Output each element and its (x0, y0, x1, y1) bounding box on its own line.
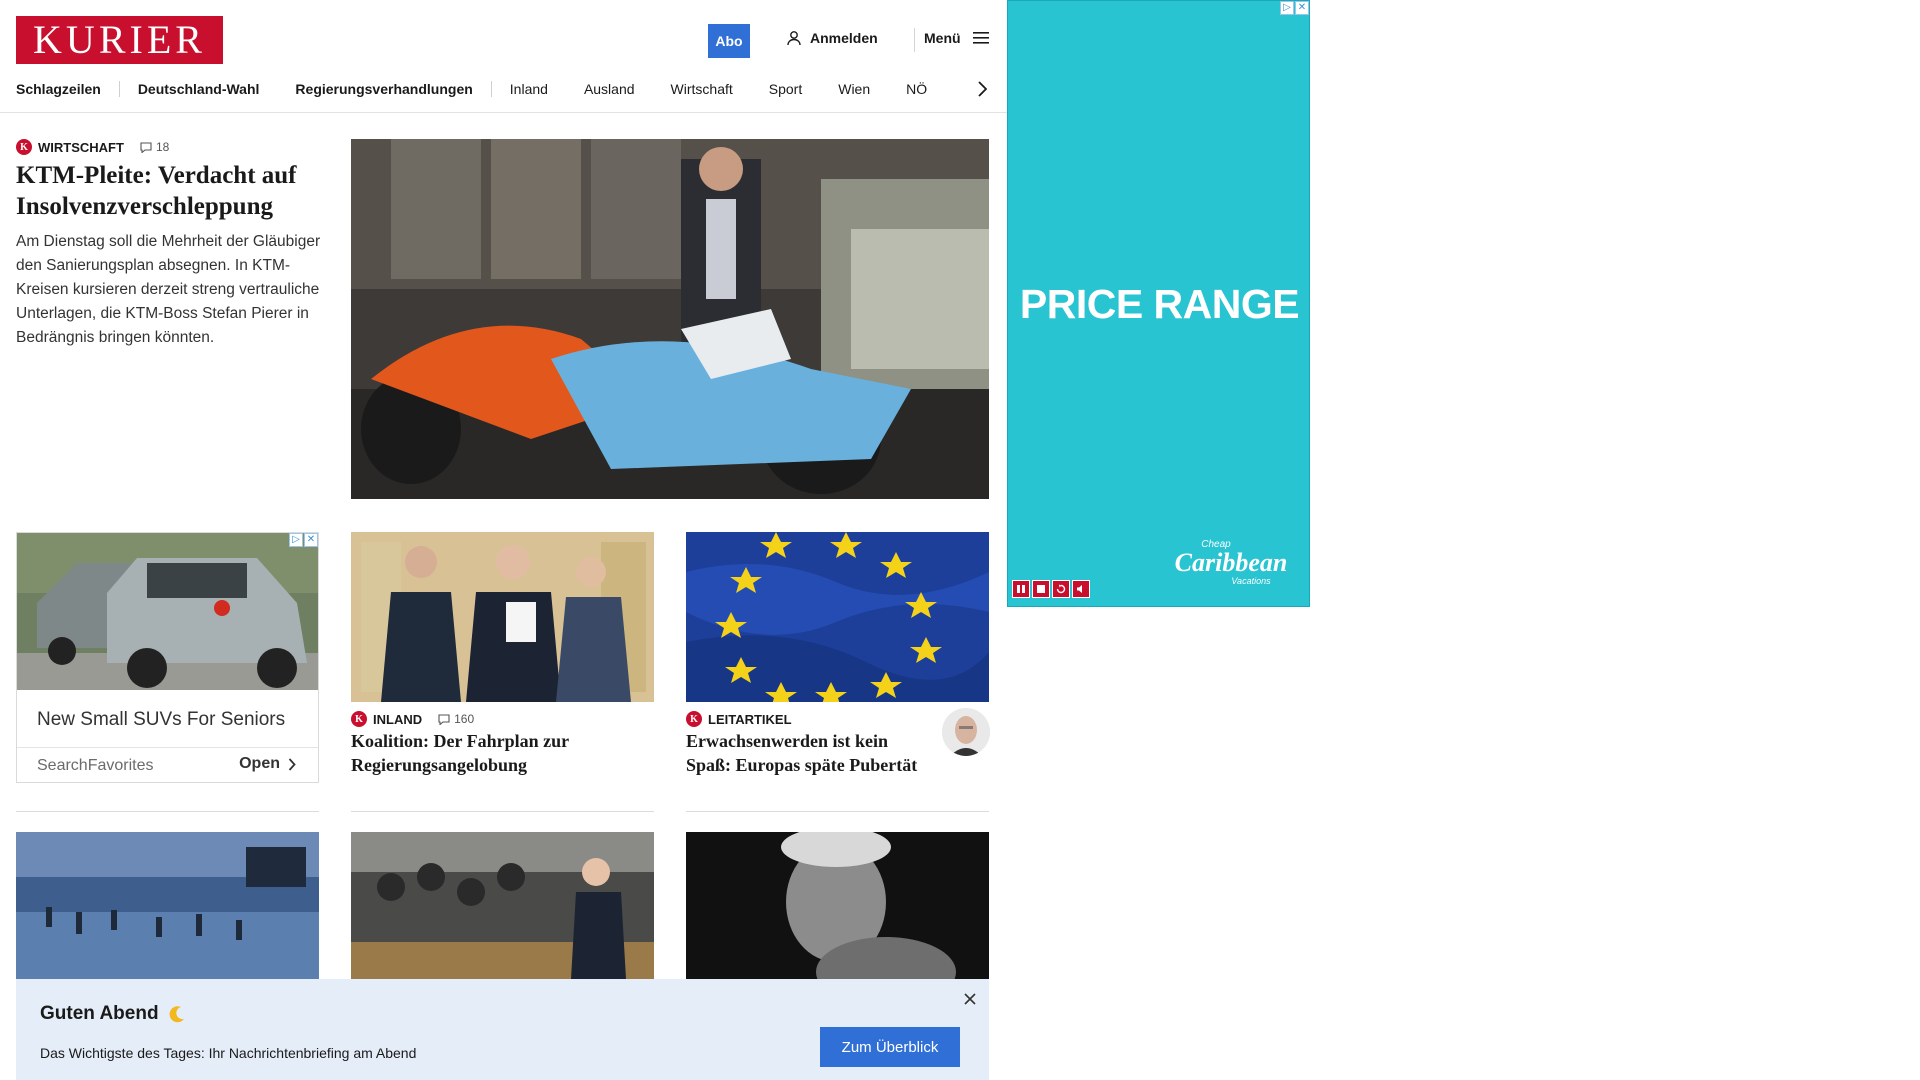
ad-open-button[interactable]: Open (239, 755, 296, 773)
mute-icon[interactable] (1072, 580, 1090, 598)
ad-photo (17, 533, 318, 690)
article-image-koalition[interactable] (351, 532, 654, 702)
ad-image-suv (17, 533, 318, 690)
brand-main: Caribbean (1174, 548, 1288, 577)
close-icon (964, 993, 976, 1005)
nav-item-inland[interactable]: Inland (510, 81, 548, 97)
stop-icon[interactable] (1032, 580, 1050, 598)
kurier-logo[interactable]: KURIER (16, 16, 223, 64)
banner-close-button[interactable] (960, 989, 980, 1009)
nav-item-regierungsverhandlungen[interactable]: Regierungsverhandlungen (295, 81, 472, 97)
row-divider (686, 811, 989, 812)
article-image-portrait[interactable] (686, 832, 989, 979)
login-label: Anmelden (810, 30, 878, 46)
menu-divider (914, 28, 915, 52)
header-divider (0, 112, 1007, 113)
nav-item-ausland[interactable]: Ausland (584, 81, 635, 97)
zum-ueberblick-button[interactable]: Zum Überblick (820, 1027, 960, 1067)
nav-divider (118, 81, 120, 97)
side-ad-choices[interactable]: ▷ ✕ (1280, 1, 1309, 15)
ad-close-icon[interactable]: ✕ (304, 533, 318, 547)
article-photo (351, 832, 654, 979)
lead-comment-number: 18 (155, 140, 170, 154)
chevron-right-icon (288, 757, 296, 771)
lead-image-ktm-motorcycle[interactable] (351, 139, 989, 499)
sponsored-ad-card[interactable]: ▷ ✕ New Small SUVs For Seniors SearchFav… (16, 532, 319, 783)
abo-button[interactable]: Abo (708, 24, 750, 58)
comment-icon (438, 713, 450, 725)
banner-title: Guten Abend (40, 1003, 187, 1025)
article-image-press[interactable] (351, 832, 654, 979)
row-divider (351, 811, 654, 812)
nav-item-wirtschaft[interactable]: Wirtschaft (671, 81, 733, 97)
article-kicker-label: INLAND (373, 711, 423, 727)
brand-bottom: Vacations (1231, 576, 1271, 586)
article-headline-europa[interactable]: Erwachsenwerden ist kein Spaß: Europas s… (686, 729, 931, 777)
lead-teaser: Am Dienstag soll die Mehrheit der Gläubi… (16, 233, 321, 346)
lead-kicker-label: WIRTSCHAFT (38, 139, 124, 155)
ad-title[interactable]: New Small SUVs For Seniors (37, 709, 285, 731)
menu-button[interactable]: Menü (924, 30, 989, 46)
kurier-k-icon: K (351, 711, 367, 727)
article-kicker-inland[interactable]: K INLAND 160 (351, 711, 474, 727)
article-photo (351, 532, 654, 702)
menu-label: Menü (924, 30, 961, 46)
side-ad-headline: PRICE RANGE (1019, 281, 1300, 327)
nav-item-deutschland-wahl[interactable]: Deutschland-Wahl (138, 81, 260, 97)
lead-headline[interactable]: KTM-Pleite: Verdacht auf Insolvenzversch… (16, 160, 321, 222)
article-comment-number: 160 (454, 712, 475, 726)
article-comment-count[interactable]: 160 (438, 712, 474, 726)
article-photo (16, 832, 319, 979)
kurier-site: KURIER Abo Anmelden Menü Schlagzeilen De… (0, 0, 1007, 1080)
comment-icon (140, 141, 152, 153)
lead-comment-count[interactable]: 18 (140, 140, 169, 154)
user-icon (787, 31, 801, 46)
section-nav: Schlagzeilen Deutschland-Wahl Regierungs… (16, 78, 996, 100)
lead-photo (351, 139, 989, 499)
article-kicker-label: LEITARTIKEL (708, 711, 792, 727)
nav-item-schlagzeilen[interactable]: Schlagzeilen (16, 81, 101, 97)
ad-divider (17, 747, 318, 748)
author-photo (942, 708, 990, 756)
evening-briefing-banner: Guten Abend Das Wichtigste des Tages: Ih… (16, 979, 989, 1080)
ad-info-icon[interactable]: ▷ (1280, 1, 1294, 15)
hamburger-icon (972, 32, 989, 44)
article-image-airport[interactable] (16, 832, 319, 979)
row-divider (16, 811, 319, 812)
article-photo (686, 832, 989, 979)
logo-text: KURIER (33, 17, 206, 62)
side-ad-media-controls (1012, 580, 1090, 598)
nav-item-wien[interactable]: Wien (838, 81, 870, 97)
replay-icon[interactable] (1052, 580, 1070, 598)
article-kicker-leitartikel[interactable]: K LEITARTIKEL (686, 711, 792, 727)
ad-source: SearchFavorites (37, 757, 154, 774)
kurier-k-icon: K (16, 139, 32, 155)
ad-close-icon[interactable]: ✕ (1295, 1, 1309, 15)
nav-scroll-right-button[interactable] (970, 76, 994, 102)
moon-icon (169, 1006, 184, 1023)
banner-title-text: Guten Abend (40, 1003, 159, 1024)
ad-choices[interactable]: ▷ ✕ (289, 533, 318, 547)
nav-item-sport[interactable]: Sport (769, 81, 802, 97)
nav-item-noe[interactable]: NÖ (906, 81, 927, 97)
ad-info-icon[interactable]: ▷ (289, 533, 303, 547)
kurier-k-icon: K (686, 711, 702, 727)
ad-open-label: Open (239, 755, 280, 772)
article-image-eu-flag[interactable] (686, 532, 989, 702)
chevron-right-icon (978, 81, 987, 97)
side-ad-caribbean-vacations[interactable]: ▷ ✕ PRICE RANGE Cheap Caribbean Vacation… (1007, 0, 1310, 607)
banner-subtitle: Das Wichtigste des Tages: Ihr Nachrichte… (40, 1045, 417, 1061)
nav-divider (490, 81, 492, 97)
article-photo (686, 532, 989, 702)
pause-icon[interactable] (1012, 580, 1030, 598)
article-headline-koalition[interactable]: Koalition: Der Fahrplan zur Regierungsan… (351, 729, 651, 777)
lead-kicker[interactable]: K WIRTSCHAFT 18 (16, 139, 169, 155)
login-button[interactable]: Anmelden (786, 30, 878, 46)
side-ad-brand-logo: Cheap Caribbean Vacations (1171, 539, 1291, 586)
author-avatar[interactable] (942, 708, 990, 756)
